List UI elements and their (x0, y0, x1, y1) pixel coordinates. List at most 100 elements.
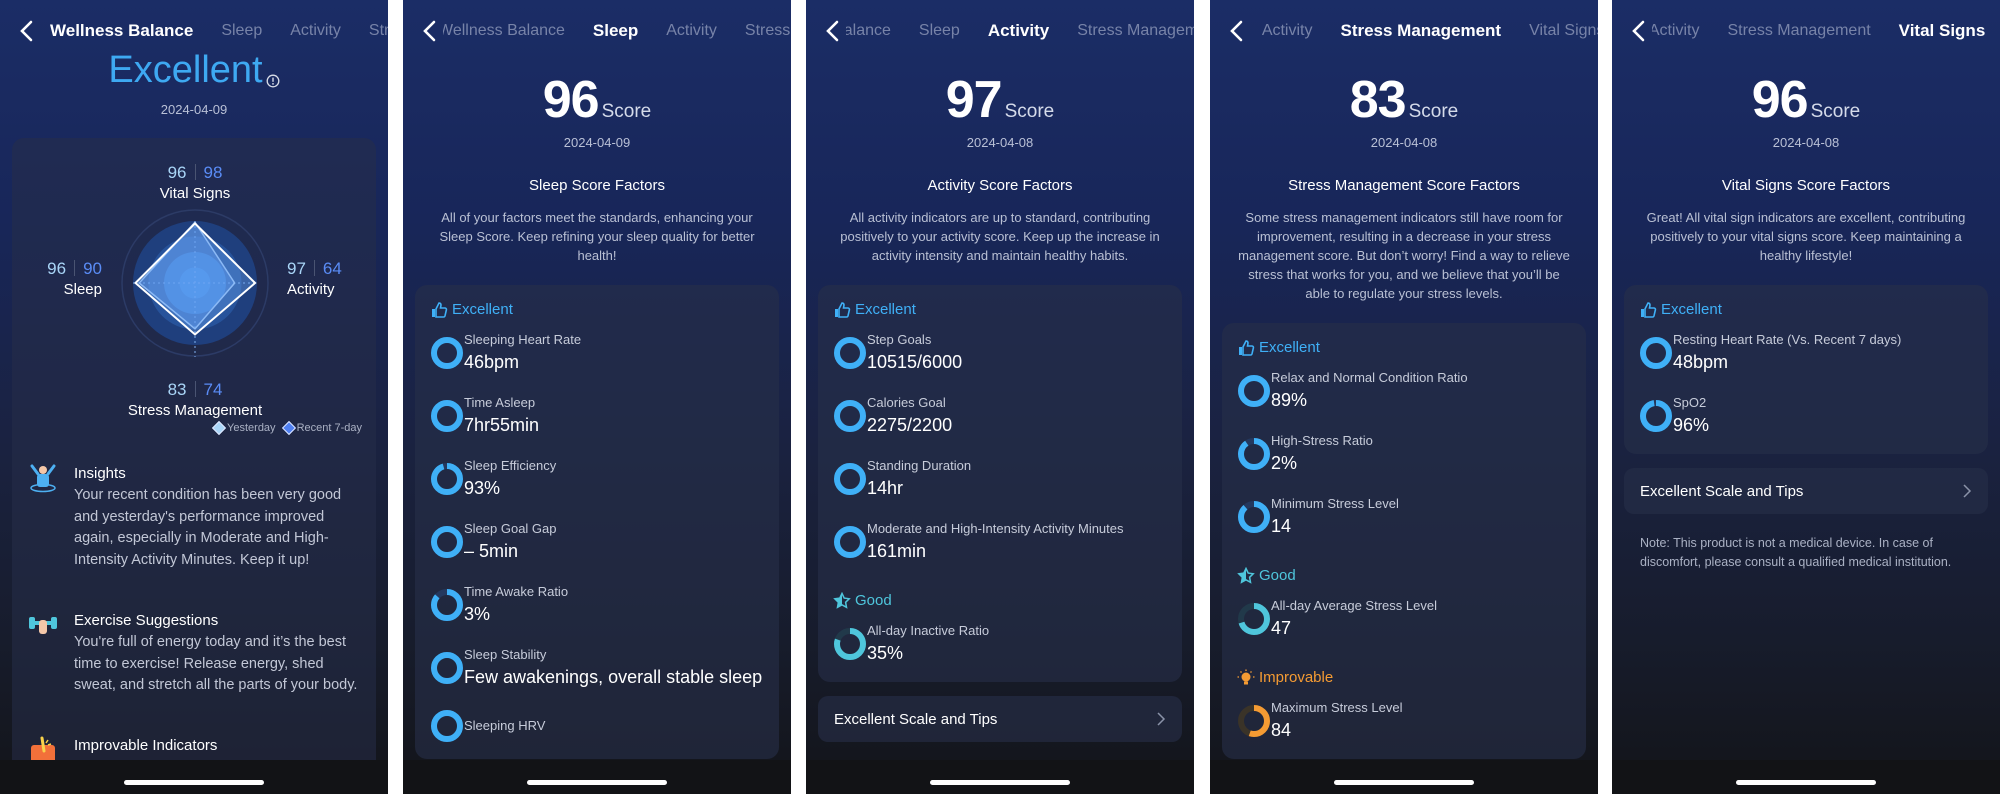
insight-icon-wrap (28, 463, 58, 493)
factor-text: Time Asleep 7hr55min (464, 394, 539, 438)
back-button[interactable] (822, 19, 846, 43)
home-indicator[interactable] (1334, 780, 1474, 785)
chevron-left-icon[interactable] (419, 19, 443, 43)
tab-strip: Wellness Balance Sleep Activity Stress Mana… (50, 12, 388, 50)
rating-text: Excellent (108, 49, 263, 91)
factor-group-excellent: Excellent Resting Heart Rate (Vs. Recent… (1639, 299, 1973, 438)
factor-value: 3% (464, 604, 491, 624)
tab-bar: Wellness BalanceSleepActivityStress Mana… (1250, 12, 1598, 50)
tab-stress-management[interactable]: Stress Management (745, 22, 791, 40)
tab-vital-signs[interactable]: Vital Signs (1899, 21, 1986, 41)
detail-content: 96 Score 2024-04-08 Vital Signs Score Facto… (1612, 50, 2000, 794)
factor-row[interactable]: Resting Heart Rate (Vs. Recent 7 days) 48… (1639, 331, 1973, 375)
info-button[interactable] (266, 56, 280, 96)
bottom-bar (1210, 760, 1598, 794)
tab-stress-management[interactable]: Stress Management (1077, 22, 1194, 40)
tab-activity[interactable]: Activity (988, 21, 1049, 41)
factor-row[interactable]: Sleep Goal Gap – 5min (430, 520, 764, 564)
vital-signs-screen: Wellness BalanceSleepActivityStress Mana… (1612, 0, 2000, 794)
radar-axis-values: 96 98 (95, 162, 295, 184)
insight-1: Insights Your recent condition has been v… (28, 463, 364, 572)
factor-row[interactable]: High-Stress Ratio 2% (1237, 432, 1571, 476)
score-date: 2024-04-09 (563, 135, 631, 150)
tab-activity[interactable]: Activity (290, 22, 341, 40)
diamond-marker-icon (211, 420, 227, 436)
home-indicator[interactable] (1736, 780, 1876, 785)
factor-label: Sleep Goal Gap (464, 521, 557, 536)
star-icon (1237, 567, 1255, 584)
factors-title: Sleep Score Factors (529, 177, 665, 194)
factor-row[interactable]: Time Asleep 7hr55min (430, 394, 764, 438)
bottom-bar (806, 760, 1194, 794)
tab-strip: Wellness Balance Sleep Activity Stress Mana… (846, 12, 1194, 50)
excellent-scale-tips-button[interactable]: Excellent Scale and Tips (1624, 468, 1988, 514)
score-display: 83 Score (1210, 72, 1598, 128)
factor-row[interactable]: Time Awake Ratio 3% (430, 583, 764, 627)
home-indicator[interactable] (124, 780, 264, 785)
tab-vital-signs[interactable]: Vital Signs (1529, 22, 1598, 40)
factor-row[interactable]: SpO2 96% (1639, 394, 1973, 438)
tab-stress-management[interactable]: Stress Management (1727, 22, 1870, 40)
factor-row[interactable]: Step Goals 10515/6000 (833, 331, 1167, 375)
factor-row[interactable]: Sleeping HRV (430, 709, 764, 743)
factor-row[interactable]: Maximum Stress Level 84 (1237, 699, 1571, 743)
factor-value: 10515/6000 (867, 352, 963, 372)
top-nav: Wellness Balance Sleep Activity Stress Mana… (403, 12, 791, 50)
factor-row[interactable]: All-day Inactive Ratio 35% (833, 622, 1167, 666)
radar-axis-activity: 97 64 Activity (287, 258, 342, 300)
back-button[interactable] (1226, 19, 1250, 43)
home-indicator[interactable] (930, 780, 1070, 785)
tab-activity[interactable]: Activity (1652, 22, 1699, 40)
excellent-scale-tips-button[interactable]: Excellent Scale and Tips (818, 696, 1182, 742)
factor-text: Calories Goal 2275/2200 (867, 394, 952, 438)
recent-score: 64 (322, 259, 342, 278)
factor-row[interactable]: Sleep Efficiency 93% (430, 457, 764, 501)
radar-axis-vital-signs: 96 98 Vital Signs (95, 162, 295, 204)
top-nav: Wellness BalanceSleepActivityStress Mana… (1210, 12, 1598, 50)
progress-ring-icon (431, 526, 463, 558)
chevron-left-icon[interactable] (16, 19, 40, 43)
back-button[interactable] (16, 19, 40, 43)
tab-sleep[interactable]: Sleep (593, 21, 638, 41)
tab-stress-management[interactable]: Stress Management (1340, 21, 1501, 41)
radar-axis-stress-management: 83 74 Stress Management (95, 379, 295, 421)
chevron-left-icon[interactable] (1226, 19, 1250, 43)
back-button[interactable] (1628, 19, 1652, 43)
recent-score: 98 (203, 163, 223, 182)
group-header: Excellent (430, 299, 764, 321)
factor-text: Relax and Normal Condition Ratio 89% (1271, 369, 1468, 413)
factor-text: High-Stress Ratio 2% (1271, 432, 1373, 476)
factor-text: Step Goals 10515/6000 (867, 331, 962, 375)
value-separator (313, 260, 315, 276)
factor-row[interactable]: Calories Goal 2275/2200 (833, 394, 1167, 438)
tab-wellness-balance[interactable]: Wellness Balance (443, 22, 565, 40)
progress-ring-icon (431, 710, 463, 742)
radar-axis-label: Vital Signs (159, 185, 231, 202)
tab-activity[interactable]: Activity (666, 22, 717, 40)
bottom-bar (1612, 760, 2000, 794)
factor-row[interactable]: Sleep Stability Few awakenings, overall s… (430, 646, 764, 690)
chevron-left-icon[interactable] (822, 19, 846, 43)
factor-row[interactable]: Minimum Stress Level 14 (1237, 495, 1571, 539)
factor-row[interactable]: Relax and Normal Condition Ratio 89% (1237, 369, 1571, 413)
tab-sleep[interactable]: Sleep (919, 22, 960, 40)
back-button[interactable] (419, 19, 443, 43)
home-indicator[interactable] (527, 780, 667, 785)
disclaimer-note: Note: This product is not a medical devi… (1640, 536, 1952, 569)
yesterday-score: 83 (167, 380, 187, 399)
tab-wellness-balance[interactable]: Wellness Balance (50, 21, 193, 41)
factor-row[interactable]: Sleeping Heart Rate 46bpm (430, 331, 764, 375)
factor-row[interactable]: Moderate and High-Intensity Activity Min… (833, 520, 1167, 564)
tab-sleep[interactable]: Sleep (221, 22, 262, 40)
yesterday-score: 96 (167, 163, 187, 182)
factor-label: Minimum Stress Level (1271, 496, 1399, 511)
chevron-left-icon[interactable] (1628, 19, 1652, 43)
factor-row[interactable]: All-day Average Stress Level 47 (1237, 597, 1571, 641)
info-icon[interactable] (266, 74, 280, 88)
group-header: Good (1237, 565, 1571, 587)
tab-stress-management[interactable]: Stress Management (369, 22, 388, 40)
tab-activity[interactable]: Activity (1262, 22, 1313, 40)
factor-row[interactable]: Standing Duration 14hr (833, 457, 1167, 501)
factor-value: 161min (867, 541, 927, 561)
tab-wellness-balance[interactable]: Wellness Balance (846, 22, 891, 40)
